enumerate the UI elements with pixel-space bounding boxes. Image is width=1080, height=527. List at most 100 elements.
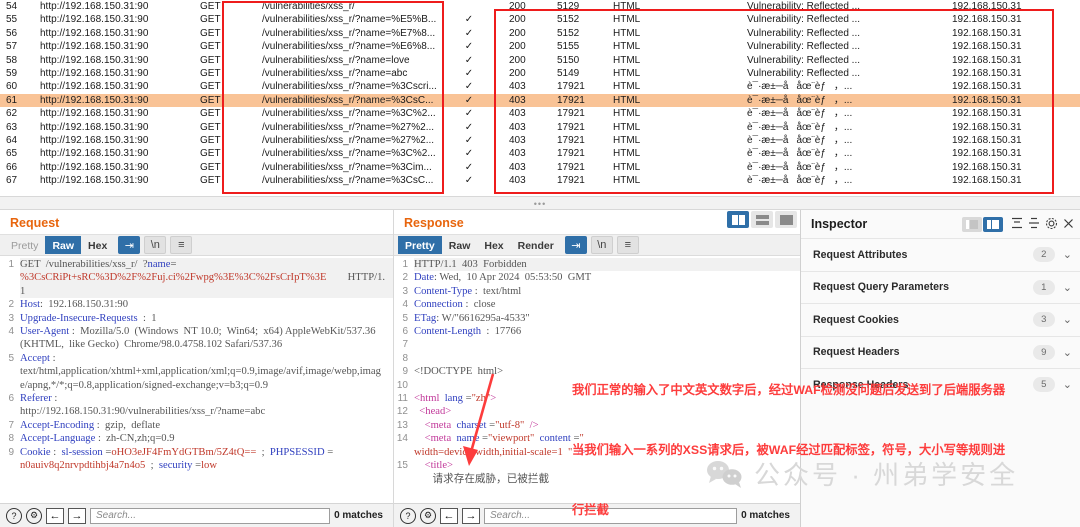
menu-icon[interactable]: ≡ bbox=[616, 236, 639, 254]
table-row[interactable]: 65 http://192.168.150.31:90 GET/vulnerabil… bbox=[0, 147, 1080, 160]
table-row[interactable]: 64 http://192.168.150.31:90 GET/vulnerabil… bbox=[0, 134, 1080, 147]
row-edited: ✓ bbox=[464, 134, 474, 146]
expand-all-icon[interactable] bbox=[1028, 217, 1040, 231]
code-line: 10 bbox=[394, 379, 800, 392]
tab-response-raw[interactable]: Raw bbox=[442, 236, 478, 254]
code-token: Date bbox=[414, 272, 434, 284]
single-pane-icon[interactable] bbox=[775, 211, 797, 228]
code-token: : 192.168.150.31:90 bbox=[40, 299, 129, 311]
table-row[interactable]: 61 http://192.168.150.31:90 GET/vulnerabil… bbox=[0, 93, 1080, 108]
code-token: Upgrade-Insecure-Requests bbox=[20, 312, 138, 324]
inspector-section-count: 2 bbox=[1032, 247, 1055, 263]
request-tab-strip[interactable]: Pretty Raw Hex ⇥ \n ≡ bbox=[0, 234, 393, 256]
row-index: 54 bbox=[6, 1, 18, 12]
help-icon[interactable]: ? bbox=[6, 507, 22, 524]
split-horizontal-icon[interactable] bbox=[751, 211, 773, 228]
row-host: http://192.168.150.31:90 bbox=[40, 41, 149, 53]
gear-icon[interactable] bbox=[1045, 217, 1058, 232]
inspector-toolbar[interactable] bbox=[962, 216, 1074, 232]
chevron-down-icon[interactable]: ⌄ bbox=[1063, 313, 1072, 326]
code-line: 1 GET /vulnerabilities/xss_r/ ?name= %3Cs… bbox=[0, 258, 393, 299]
chevron-down-icon[interactable]: ⌄ bbox=[1063, 281, 1072, 294]
proxy-history-table[interactable]: 54 http://192.168.150.31:90 GET/vulnerabil… bbox=[0, 0, 1080, 196]
inspector-section-count: 5 bbox=[1032, 377, 1055, 393]
tab-response-render[interactable]: Render bbox=[511, 236, 561, 254]
row-mime: HTML bbox=[613, 108, 641, 120]
response-search-input[interactable]: Search... bbox=[484, 507, 738, 524]
table-row[interactable]: 62 http://192.168.150.31:90 GET/vulnerabil… bbox=[0, 107, 1080, 120]
search-next-button[interactable]: → bbox=[68, 507, 86, 524]
response-search-bar[interactable]: ? ⚙ ← → Search... 0 matches bbox=[394, 503, 800, 527]
row-index: 58 bbox=[6, 54, 18, 66]
table-row[interactable]: 59 http://192.168.150.31:90 GET/vulnerabil… bbox=[0, 67, 1080, 80]
row-url: /vulnerabilities/xss_r/?name=%27%2... bbox=[262, 121, 435, 133]
inspector-section-request-attributes[interactable]: Request Attributes 2 ⌄ bbox=[801, 238, 1080, 271]
inspector-view-toggle[interactable] bbox=[962, 216, 1003, 232]
gear-icon[interactable]: ⚙ bbox=[420, 507, 436, 524]
inspector-header: Inspector bbox=[801, 210, 1080, 238]
menu-icon[interactable]: ≡ bbox=[170, 236, 193, 254]
table-row[interactable]: 60 http://192.168.150.31:90 GET/vulnerabil… bbox=[0, 80, 1080, 93]
request-search-input[interactable]: Search... bbox=[90, 507, 331, 524]
row-length: 17921 bbox=[557, 175, 585, 187]
table-row[interactable]: 55 http://192.168.150.31:90 GET/vulnerabil… bbox=[0, 13, 1080, 26]
chevron-down-icon[interactable]: ⌄ bbox=[1063, 248, 1072, 261]
collapse-all-icon[interactable] bbox=[1011, 217, 1023, 231]
tab-request-hex[interactable]: Hex bbox=[81, 236, 114, 254]
code-line: 4 User-Agent : Mozilla/5.0 (Windows NT 10… bbox=[0, 325, 393, 352]
line-text: Referer : http://192.168.150.31:90/vulne… bbox=[20, 392, 393, 419]
row-status: 403 bbox=[509, 121, 526, 133]
response-code-viewer[interactable]: 1 HTTP/1.1 403 Forbidden 2 Date: Wed, 10 Ap… bbox=[394, 256, 800, 522]
request-search-bar[interactable]: ? ⚙ ← → Search... 0 matches bbox=[0, 503, 393, 527]
search-prev-button[interactable]: ← bbox=[46, 507, 64, 524]
response-tab-strip[interactable]: Pretty Raw Hex Render ⇥ \n ≡ bbox=[394, 234, 800, 256]
close-icon[interactable] bbox=[1063, 218, 1074, 231]
row-edited: ✓ bbox=[464, 41, 474, 53]
table-row[interactable]: 66 http://192.168.150.31:90 GET/vulnerabil… bbox=[0, 161, 1080, 174]
code-line: 14 <meta name ="viewport" content =" wid… bbox=[394, 432, 800, 459]
gear-icon[interactable]: ⚙ bbox=[26, 507, 42, 524]
tab-request-pretty[interactable]: Pretty bbox=[4, 236, 45, 254]
row-length: 5149 bbox=[557, 67, 580, 79]
chevron-down-icon[interactable]: ⌄ bbox=[1063, 378, 1072, 391]
expanded-view-icon[interactable] bbox=[983, 216, 1003, 232]
code-token: "utf-8" bbox=[495, 419, 525, 431]
table-row[interactable]: 54 http://192.168.150.31:90 GET/vulnerabil… bbox=[0, 0, 1080, 13]
row-index: 65 bbox=[6, 148, 18, 160]
row-edited: ✓ bbox=[464, 175, 474, 187]
split-vertical-icon[interactable] bbox=[727, 211, 749, 228]
tab-request-raw[interactable]: Raw bbox=[45, 236, 82, 254]
tab-response-hex[interactable]: Hex bbox=[477, 236, 510, 254]
tab-response-pretty[interactable]: Pretty bbox=[398, 236, 442, 254]
newline-icon[interactable]: \n bbox=[144, 236, 167, 254]
table-row[interactable]: 67 http://192.168.150.31:90 GET/vulnerabil… bbox=[0, 174, 1080, 187]
table-row[interactable]: 58 http://192.168.150.31:90 GET/vulnerabil… bbox=[0, 54, 1080, 67]
row-ip: 192.168.150.31 bbox=[952, 27, 1022, 39]
row-ip: 192.168.150.31 bbox=[952, 108, 1022, 120]
inspector-section-request-query-parameters[interactable]: Request Query Parameters 1 ⌄ bbox=[801, 270, 1080, 303]
table-row[interactable]: 63 http://192.168.150.31:90 GET/vulnerabil… bbox=[0, 121, 1080, 134]
chevron-down-icon[interactable]: ⌄ bbox=[1063, 346, 1072, 359]
inspector-section-label: Request Query Parameters bbox=[813, 281, 950, 294]
code-token: name bbox=[147, 259, 171, 270]
inspector-section-request-cookies[interactable]: Request Cookies 3 ⌄ bbox=[801, 303, 1080, 336]
row-status: 200 bbox=[509, 1, 526, 12]
search-prev-button[interactable]: ← bbox=[440, 507, 458, 524]
newline-icon[interactable]: \n bbox=[590, 236, 613, 254]
horizontal-splitter[interactable]: ••• bbox=[0, 196, 1080, 210]
layout-toggle-group[interactable] bbox=[727, 211, 797, 228]
code-token: = bbox=[192, 460, 202, 472]
table-row[interactable]: 56 http://192.168.150.31:90 GET/vulnerabil… bbox=[0, 27, 1080, 40]
search-next-button[interactable]: → bbox=[462, 507, 480, 524]
code-token: : text/html bbox=[472, 285, 522, 297]
inspector-section-count: 9 bbox=[1032, 344, 1055, 360]
request-code-viewer[interactable]: 1 GET /vulnerabilities/xss_r/ ?name= %3Cs… bbox=[0, 256, 393, 522]
help-icon[interactable]: ? bbox=[400, 507, 416, 524]
wrap-lines-icon[interactable]: ⇥ bbox=[118, 236, 141, 254]
compact-view-icon[interactable] bbox=[962, 216, 982, 232]
table-row[interactable]: 57 http://192.168.150.31:90 GET/vulnerabil… bbox=[0, 40, 1080, 53]
inspector-section-request-headers[interactable]: Request Headers 9 ⌄ bbox=[801, 335, 1080, 368]
code-token: Cookie bbox=[20, 446, 51, 458]
inspector-section-response-headers[interactable]: Response Headers 5 ⌄ bbox=[801, 368, 1080, 401]
wrap-lines-icon[interactable]: ⇥ bbox=[564, 236, 587, 254]
